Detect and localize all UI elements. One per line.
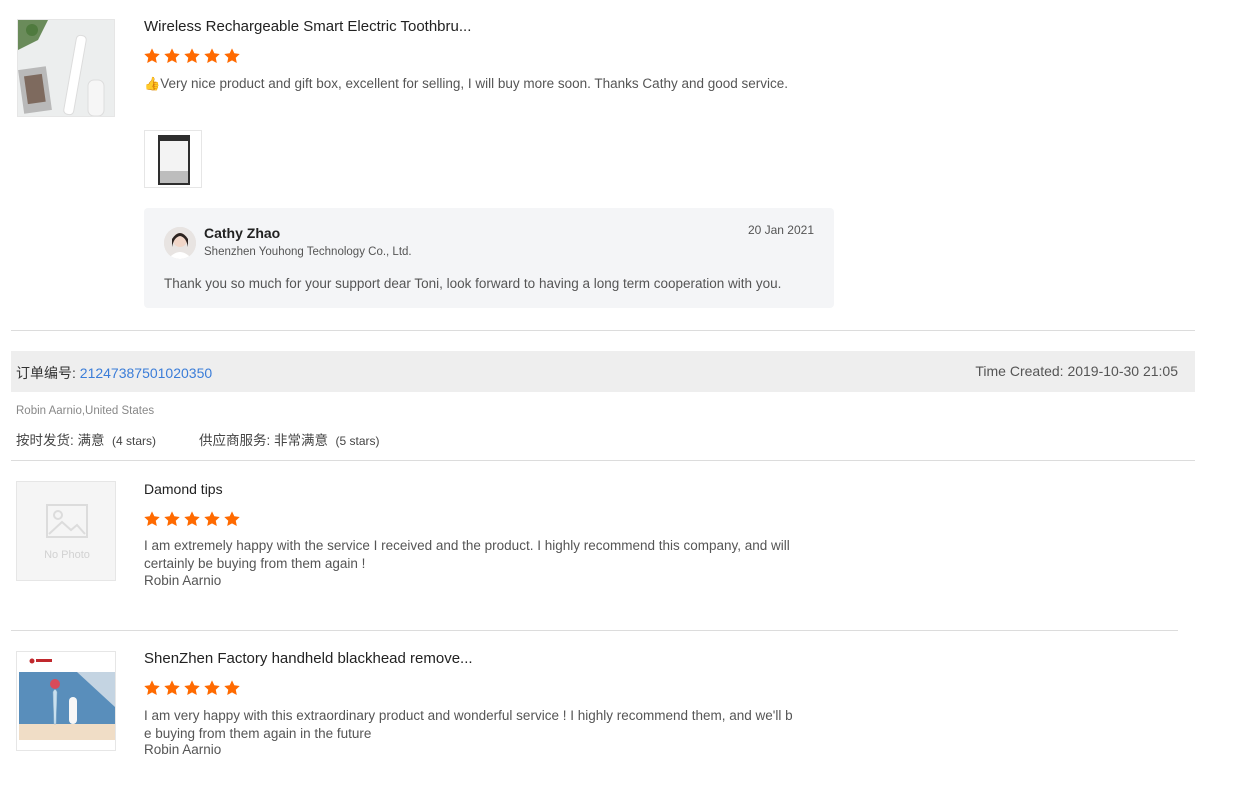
order-time-created: Time Created: 2019-10-30 21:05 xyxy=(975,363,1178,379)
star-rating xyxy=(143,47,243,67)
review-text: I am extremely happy with the service I … xyxy=(144,538,790,571)
star-icon xyxy=(183,510,203,530)
reply-text: Thank you so much for your support dear … xyxy=(164,276,782,291)
order-number-link[interactable]: 21247387501020350 xyxy=(80,365,212,381)
star-icon xyxy=(143,47,163,67)
star-icon xyxy=(223,679,243,699)
reply-company-name: Shenzhen Youhong Technology Co., Ltd. xyxy=(204,246,412,258)
no-photo-label: No Photo xyxy=(44,549,90,561)
divider xyxy=(11,630,1178,631)
divider xyxy=(11,460,1195,461)
order-number-label: 订单编号: 21247387501020350 xyxy=(16,365,213,381)
reply-date: 20 Jan 2021 xyxy=(747,223,814,237)
star-icon xyxy=(163,510,183,530)
product-thumbnail-toothbrush[interactable] xyxy=(17,19,115,117)
product-title[interactable]: Wireless Rechargeable Smart Electric Too… xyxy=(144,18,471,35)
star-icon xyxy=(143,679,163,699)
shipping-rating: 按时发货: 满意 (4 stars) xyxy=(16,433,157,448)
star-icon xyxy=(163,47,183,67)
review-text: 👍Very nice product and gift box, excelle… xyxy=(144,76,789,91)
star-rating xyxy=(143,679,243,699)
product-title[interactable]: ShenZhen Factory handheld blackhead remo… xyxy=(144,650,473,667)
reply-author-name: Cathy Zhao xyxy=(204,225,281,241)
avatar xyxy=(164,227,196,259)
star-icon xyxy=(143,510,163,530)
star-icon xyxy=(163,679,183,699)
star-icon xyxy=(203,679,223,699)
thumbs-up-icon: 👍 xyxy=(144,76,161,91)
star-icon xyxy=(223,47,243,67)
order-header: 订单编号: 21247387501020350 Time Created: 20… xyxy=(11,351,1195,392)
product-thumbnail-placeholder[interactable]: No Photo xyxy=(16,481,116,581)
buyer-info: Robin Aarnio,United States xyxy=(16,405,155,417)
no-photo-icon xyxy=(17,482,115,580)
star-icon xyxy=(183,47,203,67)
star-rating xyxy=(143,510,243,530)
product-title[interactable]: Damond tips xyxy=(144,481,223,497)
star-icon xyxy=(203,510,223,530)
star-icon xyxy=(223,510,243,530)
service-rating: 供应商服务: 非常满意 (5 stars) xyxy=(199,433,380,448)
review-author: Robin Aarnio xyxy=(144,573,222,588)
supplier-reply: Cathy Zhao Shenzhen Youhong Technology C… xyxy=(144,208,834,308)
star-icon xyxy=(183,679,203,699)
product-thumbnail-blackhead-remover[interactable] xyxy=(16,651,116,751)
star-icon xyxy=(203,47,223,67)
review-photo[interactable] xyxy=(144,130,202,188)
divider xyxy=(11,330,1195,331)
review-text: I am very happy with this extraordinary … xyxy=(144,708,793,741)
review-author: Robin Aarnio xyxy=(144,742,222,757)
